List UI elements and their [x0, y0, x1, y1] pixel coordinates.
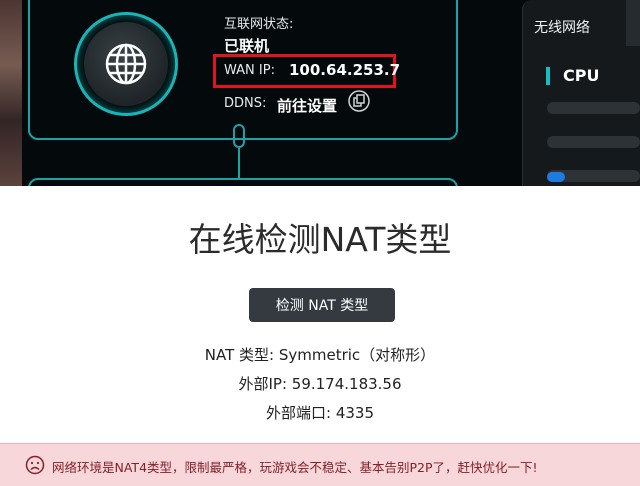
router-status-panel: 互联网状态: 已联机 WAN IP: 100.64.253.7 DDNS: 前往… [0, 0, 640, 186]
lower-frame [28, 178, 458, 186]
alert-message: 网络环境是NAT4类型，限制最严格，玩游戏会不稳定、基本告别P2P了，赶快优化一… [52, 460, 538, 475]
cpu-usage-fill [547, 172, 565, 182]
cpu-usage-bar [547, 136, 640, 148]
ddns-settings-link[interactable]: 前往设置 [277, 95, 337, 116]
internet-status-value: 已联机 [224, 37, 270, 55]
connector-line [238, 148, 240, 178]
internet-status-label: 互联网状态: [224, 17, 294, 32]
connector-node [233, 124, 245, 148]
cpu-usage-bar [547, 102, 640, 114]
external-port-text: 外部端口: 4335 [266, 404, 374, 422]
cpu-label: CPU [563, 66, 600, 85]
external-ip-text: 外部IP: 59.174.183.56 [238, 375, 402, 393]
detect-nat-button[interactable]: 检测 NAT 类型 [249, 288, 395, 322]
page-title: 在线检测NAT类型 [188, 220, 452, 259]
decorative-artwork [0, 0, 22, 186]
nat-type-text: NAT 类型: Symmetric（对称形） [204, 346, 436, 364]
tab-wireless[interactable]: 无线网络 [534, 17, 590, 37]
globe-icon [105, 43, 147, 85]
frown-icon [25, 455, 45, 475]
copy-icon[interactable] [348, 90, 370, 112]
cpu-accent-bar [546, 67, 550, 85]
tab-separator [626, 0, 640, 46]
wan-ip-label: WAN IP: [224, 63, 275, 78]
wan-ip-value: 100.64.253.7 [289, 61, 401, 79]
ddns-label: DDNS: [224, 96, 267, 111]
